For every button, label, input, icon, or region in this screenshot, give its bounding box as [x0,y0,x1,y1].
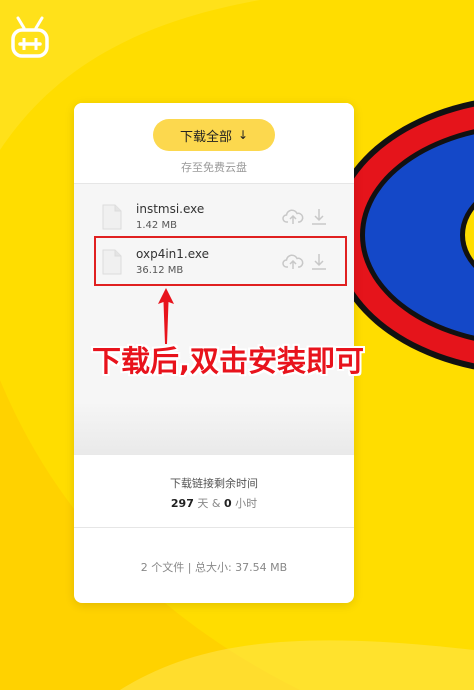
days-unit: 天 & [197,497,221,510]
cloud-upload-icon[interactable] [282,206,304,228]
link-remaining-time: 下载链接剩余时间 297 天 & 0 小时 [74,455,354,528]
file-name: instmsi.exe [136,202,205,216]
remaining-days: 297 [170,497,194,510]
highlight-box [94,236,347,286]
remaining-hours: 0 [223,497,232,510]
file-icon [102,204,122,230]
mascot-logo [11,16,49,58]
save-to-cloud-link[interactable]: 存至免费云盘 [74,159,354,175]
download-all-label: 下载全部 [179,129,232,145]
arrow-up-icon [158,288,174,344]
file-size: 1.42 MB [136,220,177,231]
arrow-down-icon: ↓ [237,128,249,142]
card-header: 下载全部 ↓ 存至免费云盘 [74,103,354,184]
hours-unit: 小时 [235,497,258,510]
remaining-title: 下载链接剩余时间 [170,477,258,490]
file-list: instmsi.exe 1.42 MB oxp4in1.exe 36.12 MB [74,184,354,456]
files-summary: 2 个文件 | 总大小: 37.54 MB [140,561,288,574]
remaining-value: 297 天 & 0 小时 [74,495,354,511]
download-icon[interactable] [308,206,330,228]
download-all-button[interactable]: 下载全部 ↓ [153,119,275,151]
annotation-text: 下载后,双击安装即可 [92,344,365,378]
